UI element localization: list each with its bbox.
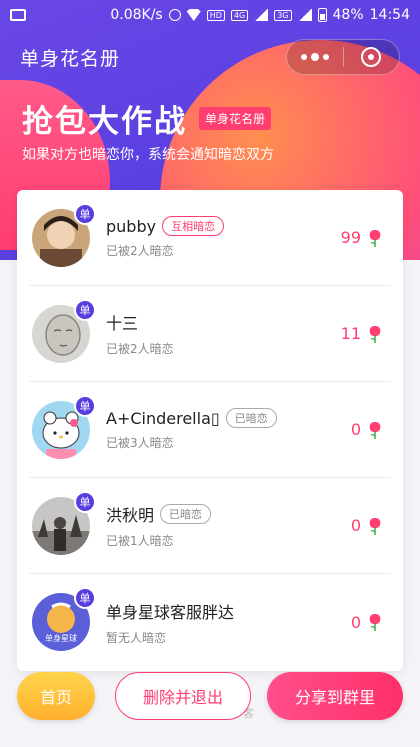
close-miniprogram-button[interactable]: [344, 47, 400, 67]
list-item[interactable]: 单身星球 单 单身星球客服胖达 暂无人暗恋 0: [29, 574, 391, 670]
battery-icon: [317, 8, 327, 22]
single-badge: 单: [74, 587, 96, 609]
crush-list-card: 单 pubby 互相暗恋 已被2人暗恋 99 单 十三 已被2人暗恋 11 单 …: [17, 190, 403, 671]
rose-count-number: 0: [350, 516, 361, 535]
net-4g-badge: 4G: [230, 9, 249, 21]
person-info: 单身星球客服胖达 暂无人暗恋: [106, 599, 351, 646]
signal-icon: [254, 9, 269, 21]
rose-icon: [369, 421, 381, 439]
rose-count-number: 0: [350, 420, 361, 439]
rose-count-number: 11: [340, 324, 361, 343]
rose-icon: [369, 229, 381, 247]
avatar-wrapper: 单: [32, 202, 96, 267]
rose-count-number: 0: [350, 612, 361, 632]
nav-bar: 单身花名册: [0, 30, 420, 84]
wifi-icon: [186, 9, 201, 21]
avatar-wrapper: 单: [32, 298, 96, 363]
net-3g-badge: 3G: [274, 9, 292, 21]
rose-icon: [369, 325, 381, 343]
single-badge: 单: [74, 490, 96, 513]
gallery-icon: [10, 9, 26, 21]
rose-count[interactable]: 0: [351, 612, 383, 632]
rose-icon: [369, 517, 381, 535]
status-bar: 0.08K/s HD 4G 3G 48% 14:54: [0, 0, 420, 30]
rose-count[interactable]: 11: [341, 324, 383, 344]
clock: 14:54: [369, 7, 410, 23]
hd-badge: HD: [206, 9, 225, 21]
signal-icon-2: [297, 9, 312, 21]
more-menu-button[interactable]: [287, 52, 343, 61]
rose-count-number: 99: [340, 228, 361, 247]
hero-tag: 单身花名册: [199, 107, 272, 130]
list-item[interactable]: 单 A+Cinderella▯ 已暗恋 已被3人暗恋 0: [29, 382, 391, 478]
nav-title: 单身花名册: [20, 47, 121, 70]
avatar-wrapper: 单身星球 单: [32, 587, 96, 651]
home-button[interactable]: 首页: [17, 672, 95, 720]
avatar-logo-text: 单身星球: [45, 633, 77, 643]
delete-and-exit-button[interactable]: 删除并退出: [115, 672, 251, 720]
rose-count[interactable]: 0: [351, 420, 383, 440]
single-badge: 单: [74, 394, 96, 417]
crush-count-text: 已被2人暗恋: [106, 244, 174, 258]
hero-title: 抢包大作战: [22, 104, 187, 140]
person-name: 十三: [106, 314, 139, 333]
avatar-wrapper: 单: [32, 490, 96, 555]
share-to-group-button[interactable]: 分享到群里: [267, 672, 403, 720]
person-info: 十三 已被2人暗恋: [106, 310, 341, 357]
hero-subtitle: 如果对方也暗恋你，系统会通知暗恋双方: [22, 147, 274, 163]
person-info: A+Cinderella▯ 已暗恋 已被3人暗恋: [106, 408, 351, 451]
avatar-wrapper: 单: [32, 394, 96, 459]
person-name: 洪秋明: [106, 506, 155, 525]
bottom-action-bar: 客 首页 删除并退出 分享到群里: [0, 672, 420, 747]
status-tag: 已暗恋: [160, 504, 212, 524]
alarm-icon: [168, 9, 181, 21]
rose-count[interactable]: 0: [351, 516, 383, 536]
single-badge: 单: [74, 202, 96, 225]
hero-title-row: 抢包大作战 单身花名册: [22, 96, 272, 141]
miniprogram-capsule: [286, 39, 400, 75]
crush-count-text: 暂无人暗恋: [106, 630, 167, 645]
rose-icon: [369, 614, 381, 631]
rose-count[interactable]: 99: [341, 228, 383, 248]
battery-percent: 48%: [332, 7, 364, 23]
list-item[interactable]: 单 十三 已被2人暗恋 11: [29, 286, 391, 382]
network-speed: 0.08K/s: [110, 7, 163, 23]
crush-count-text: 已被2人暗恋: [106, 342, 174, 356]
single-badge: 单: [74, 298, 96, 321]
crush-count-text: 已被3人暗恋: [106, 436, 174, 450]
person-name: A+Cinderella▯: [106, 408, 220, 428]
list-item[interactable]: 单 pubby 互相暗恋 已被2人暗恋 99: [29, 190, 391, 286]
person-name: pubby: [106, 216, 157, 236]
target-icon: [361, 47, 382, 67]
crush-count-text: 已被1人暗恋: [106, 534, 174, 548]
person-info: 洪秋明 已暗恋 已被1人暗恋: [106, 502, 351, 549]
status-tag: 已暗恋: [225, 408, 277, 428]
person-info: pubby 互相暗恋 已被2人暗恋: [106, 216, 341, 259]
list-item[interactable]: 单 洪秋明 已暗恋 已被1人暗恋 0: [29, 478, 391, 574]
status-tag: 互相暗恋: [162, 216, 225, 236]
person-name: 单身星球客服胖达: [106, 602, 235, 622]
